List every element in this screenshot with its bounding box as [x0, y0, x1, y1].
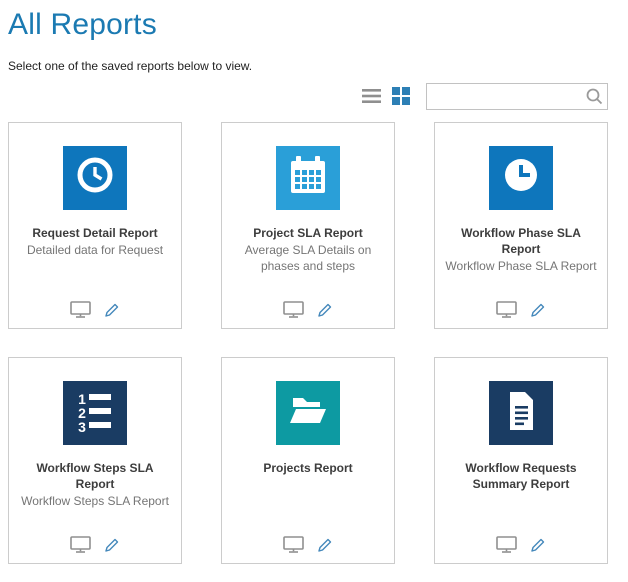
monitor-icon[interactable]	[70, 301, 91, 318]
pencil-icon[interactable]	[104, 537, 120, 553]
report-icon-tile	[276, 381, 340, 445]
card-actions	[9, 301, 181, 318]
monitor-icon[interactable]	[283, 301, 304, 318]
search-icon[interactable]	[585, 87, 603, 110]
calendar-icon	[276, 144, 340, 213]
list-view-icon[interactable]	[362, 88, 381, 104]
report-title: Workflow Steps SLA Report	[19, 460, 171, 492]
pencil-icon[interactable]	[530, 302, 546, 318]
card-actions	[222, 301, 394, 318]
card-actions	[435, 536, 607, 553]
card-actions	[222, 536, 394, 553]
pencil-icon[interactable]	[104, 302, 120, 318]
report-subtitle: Average SLA Details on phases and steps	[232, 243, 384, 274]
all-reports-page: All Reports Select one of the saved repo…	[0, 0, 628, 564]
report-icon-tile	[489, 146, 553, 210]
report-icon-tile	[276, 146, 340, 210]
page-title: All Reports	[8, 8, 628, 42]
monitor-icon[interactable]	[496, 536, 517, 553]
numbered-list-icon: 1 2 3	[63, 379, 127, 448]
report-subtitle: Workflow Phase SLA Report	[445, 259, 597, 275]
report-title: Workflow Requests Summary Report	[445, 460, 597, 492]
pencil-icon[interactable]	[530, 537, 546, 553]
report-subtitle: Detailed data for Request	[19, 243, 171, 259]
report-title: Project SLA Report	[232, 225, 384, 241]
grid-view-icon[interactable]	[392, 87, 410, 105]
pencil-icon[interactable]	[317, 537, 333, 553]
report-icon-tile: 1 2 3	[63, 381, 127, 445]
report-card-workflow-phase-sla[interactable]: Workflow Phase SLA Report Workflow Phase…	[434, 122, 608, 329]
search-input[interactable]	[426, 83, 608, 110]
report-title: Workflow Phase SLA Report	[445, 225, 597, 257]
clock-outline-icon	[63, 144, 127, 213]
report-card-workflow-requests-summary[interactable]: Workflow Requests Summary Report	[434, 357, 608, 564]
clock-solid-icon	[489, 144, 553, 213]
report-subtitle: Workflow Steps SLA Report	[19, 494, 171, 510]
svg-text:3: 3	[78, 419, 86, 435]
report-title: Request Detail Report	[19, 225, 171, 241]
search-box	[426, 83, 608, 110]
report-card-request-detail[interactable]: Request Detail Report Detailed data for …	[8, 122, 182, 329]
card-actions	[9, 536, 181, 553]
report-card-project-sla[interactable]: Project SLA Report Average SLA Details o…	[221, 122, 395, 329]
report-icon-tile	[489, 381, 553, 445]
monitor-icon[interactable]	[70, 536, 91, 553]
reports-grid: Request Detail Report Detailed data for …	[8, 122, 608, 564]
report-icon-tile	[63, 146, 127, 210]
report-title: Projects Report	[232, 460, 384, 476]
pencil-icon[interactable]	[317, 302, 333, 318]
monitor-icon[interactable]	[496, 301, 517, 318]
page-subtitle: Select one of the saved reports below to…	[8, 59, 628, 73]
card-actions	[435, 301, 607, 318]
folder-icon	[276, 379, 340, 448]
toolbar	[8, 82, 608, 110]
report-card-workflow-steps-sla[interactable]: 1 2 3 Workflow Steps SLA Report Workflow…	[8, 357, 182, 564]
monitor-icon[interactable]	[283, 536, 304, 553]
report-card-projects[interactable]: Projects Report	[221, 357, 395, 564]
document-icon	[489, 379, 553, 448]
